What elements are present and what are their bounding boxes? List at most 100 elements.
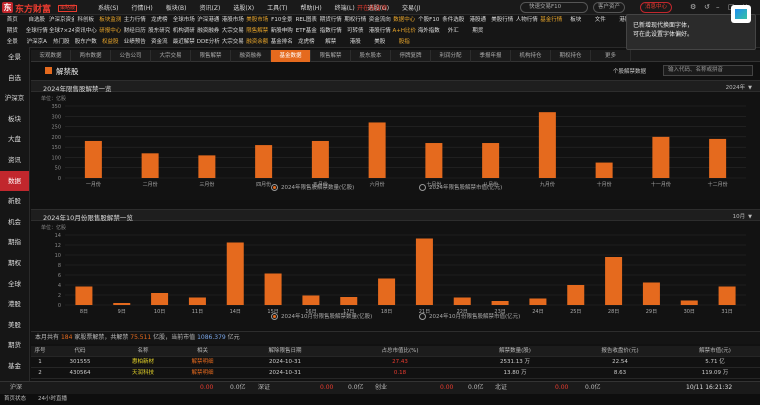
menu-item[interactable]: 板块(B) <box>166 3 187 12</box>
legend-item[interactable]: 2024年限售股解禁数量(亿股) <box>271 183 354 191</box>
quick-link[interactable]: 研报中心 <box>98 26 123 37</box>
quick-link[interactable]: REL图表 <box>294 15 319 26</box>
quick-link[interactable]: 海外指数 <box>417 26 442 37</box>
quick-link[interactable]: 大宗交易 <box>221 37 246 48</box>
quick-link[interactable]: 美股市场 <box>245 15 270 26</box>
menu-item[interactable]: 工具(T) <box>267 3 287 12</box>
quick-link[interactable]: 港股行情 <box>368 26 393 37</box>
settings-icon[interactable]: ⚙ <box>690 3 696 11</box>
live-consult-button[interactable]: 开在线咨询 <box>357 3 387 12</box>
quick-link[interactable]: 沪深港通 <box>196 15 221 26</box>
quick-link[interactable]: 期货行情 <box>319 15 344 26</box>
quick-link[interactable]: 外汇 <box>441 26 466 37</box>
quick-link[interactable]: 美股行情 <box>490 15 515 26</box>
nav-item[interactable]: 全景 <box>0 47 29 68</box>
quick-link[interactable]: F10全景 <box>270 15 295 26</box>
nav-item[interactable]: 期指 <box>0 232 29 253</box>
quick-link[interactable]: 业绩预告 <box>123 37 148 48</box>
quick-link[interactable]: 财经日历 <box>123 26 148 37</box>
table-cell[interactable]: 解禁明细 <box>175 368 230 378</box>
bottom-tab[interactable]: 24小时直播 <box>38 394 67 405</box>
nav-item[interactable]: 资讯 <box>0 150 29 171</box>
quick-link[interactable]: 融资融券 <box>196 26 221 37</box>
app-assistant-icon[interactable] <box>731 5 751 23</box>
quick-link[interactable]: 全球市场 <box>172 15 197 26</box>
quick-link[interactable]: 资金流向 <box>368 15 393 26</box>
month-select[interactable]: 10月 ▼ <box>733 212 752 220</box>
quick-link[interactable]: 资金流 <box>147 37 172 48</box>
quick-link[interactable]: 数据中心 <box>392 15 417 26</box>
menu-item[interactable]: 选股(X) <box>233 3 254 12</box>
subtab[interactable]: 基金数据 <box>271 50 311 62</box>
subtab[interactable]: 融资融券 <box>231 50 271 62</box>
legend-item[interactable]: 2024年10月份限售股解禁市值(亿元) <box>419 312 520 320</box>
quick-link[interactable]: 全球行情 <box>25 26 50 37</box>
subtab[interactable]: 季报年报 <box>471 50 511 62</box>
quick-link[interactable]: 首页 <box>0 15 25 26</box>
quick-link[interactable]: 港股 <box>343 37 368 48</box>
quick-link[interactable]: 龙虎榜 <box>147 15 172 26</box>
menu-item[interactable]: 帮助(H) <box>300 3 321 12</box>
nav-item[interactable]: 港股 <box>0 294 29 315</box>
nav-item[interactable]: 期货 <box>0 335 29 356</box>
quick-link[interactable]: DDE分析 <box>196 37 221 48</box>
message-center-button[interactable]: 消息中心 <box>640 2 673 13</box>
subtab[interactable]: 两市数据 <box>71 50 111 62</box>
nav-item[interactable]: 基金 <box>0 356 29 377</box>
quick-link[interactable]: 板块监测 <box>98 15 123 26</box>
quick-link[interactable]: 期权行情 <box>343 15 368 26</box>
quick-link[interactable]: 基金排名 <box>270 37 295 48</box>
nav-item[interactable]: 沪深京 <box>0 88 29 109</box>
quick-link[interactable]: 板块 <box>564 15 589 26</box>
quick-link[interactable]: 全球7×24 <box>49 26 74 37</box>
quick-link[interactable]: 新股申购 <box>270 26 295 37</box>
quick-link[interactable]: 文件 <box>588 15 613 26</box>
quick-link[interactable]: 沪深京资金 <box>49 15 74 26</box>
client-assets-button[interactable]: 客户资产 <box>593 2 626 13</box>
nav-item[interactable]: 板块 <box>0 109 29 130</box>
menu-item[interactable]: 交易(J) <box>402 3 420 12</box>
menu-item[interactable]: 资讯(Z) <box>200 3 221 12</box>
menu-item[interactable]: 系统(S) <box>98 3 119 12</box>
nav-item[interactable]: 自选 <box>0 68 29 89</box>
quick-link[interactable]: 条件选股 <box>441 15 466 26</box>
legend-item[interactable]: 2024年限售股解禁市值(亿元) <box>419 183 502 191</box>
subtab[interactable]: 利润分配 <box>431 50 471 62</box>
quick-link[interactable]: ETF基金 <box>294 26 319 37</box>
stock-unlock-link[interactable]: 个股解禁数据 <box>613 67 646 75</box>
subtab[interactable]: 宏观数据 <box>31 50 71 62</box>
subtab[interactable]: 大宗交易 <box>151 50 191 62</box>
quick-link[interactable]: 基金行情 <box>539 15 564 26</box>
quick-link[interactable]: 权益股 <box>98 37 123 48</box>
quick-link[interactable]: 股指 <box>392 37 417 48</box>
stock-search-input[interactable]: 输入代码、名称或拼音 <box>663 65 753 76</box>
quick-link[interactable]: 龙虎榜 <box>294 37 319 48</box>
quick-link[interactable]: 可转债 <box>343 26 368 37</box>
quick-link[interactable]: 自选股 <box>25 15 50 26</box>
table-row[interactable]: 2 430564 天润科技 解禁明细 2024-10-31 0.18 13.80 万 8.63… <box>31 368 760 379</box>
subtab[interactable]: 公告公司 <box>111 50 151 62</box>
nav-item[interactable]: 新股 <box>0 191 29 212</box>
bottom-tab[interactable]: 首页状态 <box>4 394 26 405</box>
quick-link[interactable]: 热门股 <box>49 37 74 48</box>
nav-item[interactable]: 美股 <box>0 315 29 336</box>
quick-link[interactable]: 资讯中心 <box>74 26 99 37</box>
nav-item[interactable]: 全球 <box>0 274 29 295</box>
quick-link[interactable]: 股东户数 <box>74 37 99 48</box>
quick-link[interactable]: 解禁 <box>319 37 344 48</box>
refresh-icon[interactable]: ↺ <box>704 3 710 11</box>
quick-link[interactable]: 主力行情 <box>123 15 148 26</box>
subtab[interactable]: 更多 <box>591 50 631 62</box>
quick-link[interactable]: 科创板 <box>74 15 99 26</box>
quick-link[interactable]: 港股市场 <box>221 15 246 26</box>
menu-item[interactable]: 行情(H) <box>132 3 153 12</box>
nav-item[interactable]: 大盘 <box>0 129 29 150</box>
quick-link[interactable]: 最近解禁 <box>172 37 197 48</box>
year-select[interactable]: 2024年 ▼ <box>726 83 752 91</box>
table-cell[interactable]: 解禁明细 <box>175 357 230 367</box>
legend-item[interactable]: 2024年10月份限售股解禁数量(亿股) <box>271 312 372 320</box>
quick-link[interactable]: 大宗交易 <box>221 26 246 37</box>
minimize-icon[interactable]: – <box>716 3 720 11</box>
quick-link[interactable]: 期货 <box>466 26 491 37</box>
quick-link[interactable]: 机构调研 <box>172 26 197 37</box>
